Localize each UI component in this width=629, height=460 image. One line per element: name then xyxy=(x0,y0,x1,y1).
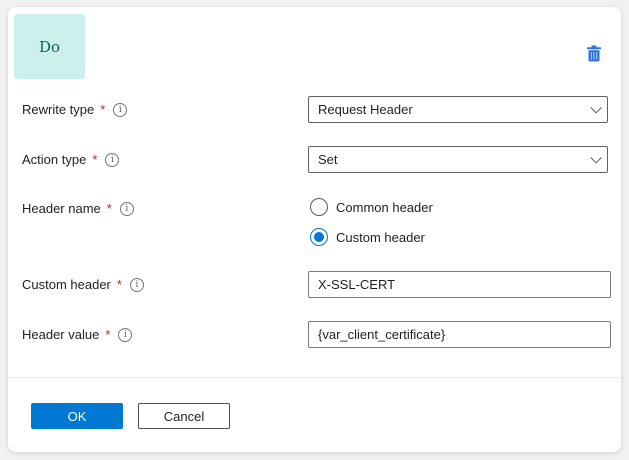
rewrite-type-label: Rewrite type* i xyxy=(22,102,127,117)
rewrite-type-dropdown[interactable]: Request Header xyxy=(308,96,608,123)
custom-header-radio-label: Custom header xyxy=(336,230,425,245)
action-type-selected-value: Set xyxy=(318,152,338,167)
radio-unselected-icon xyxy=(310,198,328,216)
trash-icon xyxy=(586,45,602,62)
chevron-down-icon xyxy=(590,102,601,113)
header-value-input[interactable] xyxy=(308,321,611,348)
common-header-radio[interactable]: Common header xyxy=(310,198,433,216)
do-badge: Do xyxy=(14,14,85,79)
footer-divider xyxy=(8,377,621,378)
info-icon[interactable]: i xyxy=(113,103,127,117)
required-asterisk: * xyxy=(107,201,112,216)
ok-button[interactable]: OK xyxy=(31,403,123,429)
custom-header-radio[interactable]: Custom header xyxy=(310,228,425,246)
required-asterisk: * xyxy=(105,327,110,342)
custom-header-input[interactable] xyxy=(308,271,611,298)
action-type-label: Action type* i xyxy=(22,152,119,167)
rewrite-type-selected-value: Request Header xyxy=(318,102,413,117)
info-icon[interactable]: i xyxy=(105,153,119,167)
action-type-dropdown[interactable]: Set xyxy=(308,146,608,173)
rewrite-action-card: Do Rewrite type* i Request Header Action… xyxy=(8,7,621,452)
info-icon[interactable]: i xyxy=(130,278,144,292)
common-header-radio-label: Common header xyxy=(336,200,433,215)
info-icon[interactable]: i xyxy=(120,202,134,216)
required-asterisk: * xyxy=(100,102,105,117)
required-asterisk: * xyxy=(117,277,122,292)
header-value-label: Header value* i xyxy=(22,327,132,342)
chevron-down-icon xyxy=(590,152,601,163)
header-name-label: Header name* i xyxy=(22,201,134,216)
delete-action-button[interactable] xyxy=(582,41,606,65)
custom-header-label: Custom header* i xyxy=(22,277,144,292)
info-icon[interactable]: i xyxy=(118,328,132,342)
radio-selected-icon xyxy=(310,228,328,246)
required-asterisk: * xyxy=(92,152,97,167)
cancel-button[interactable]: Cancel xyxy=(138,403,230,429)
